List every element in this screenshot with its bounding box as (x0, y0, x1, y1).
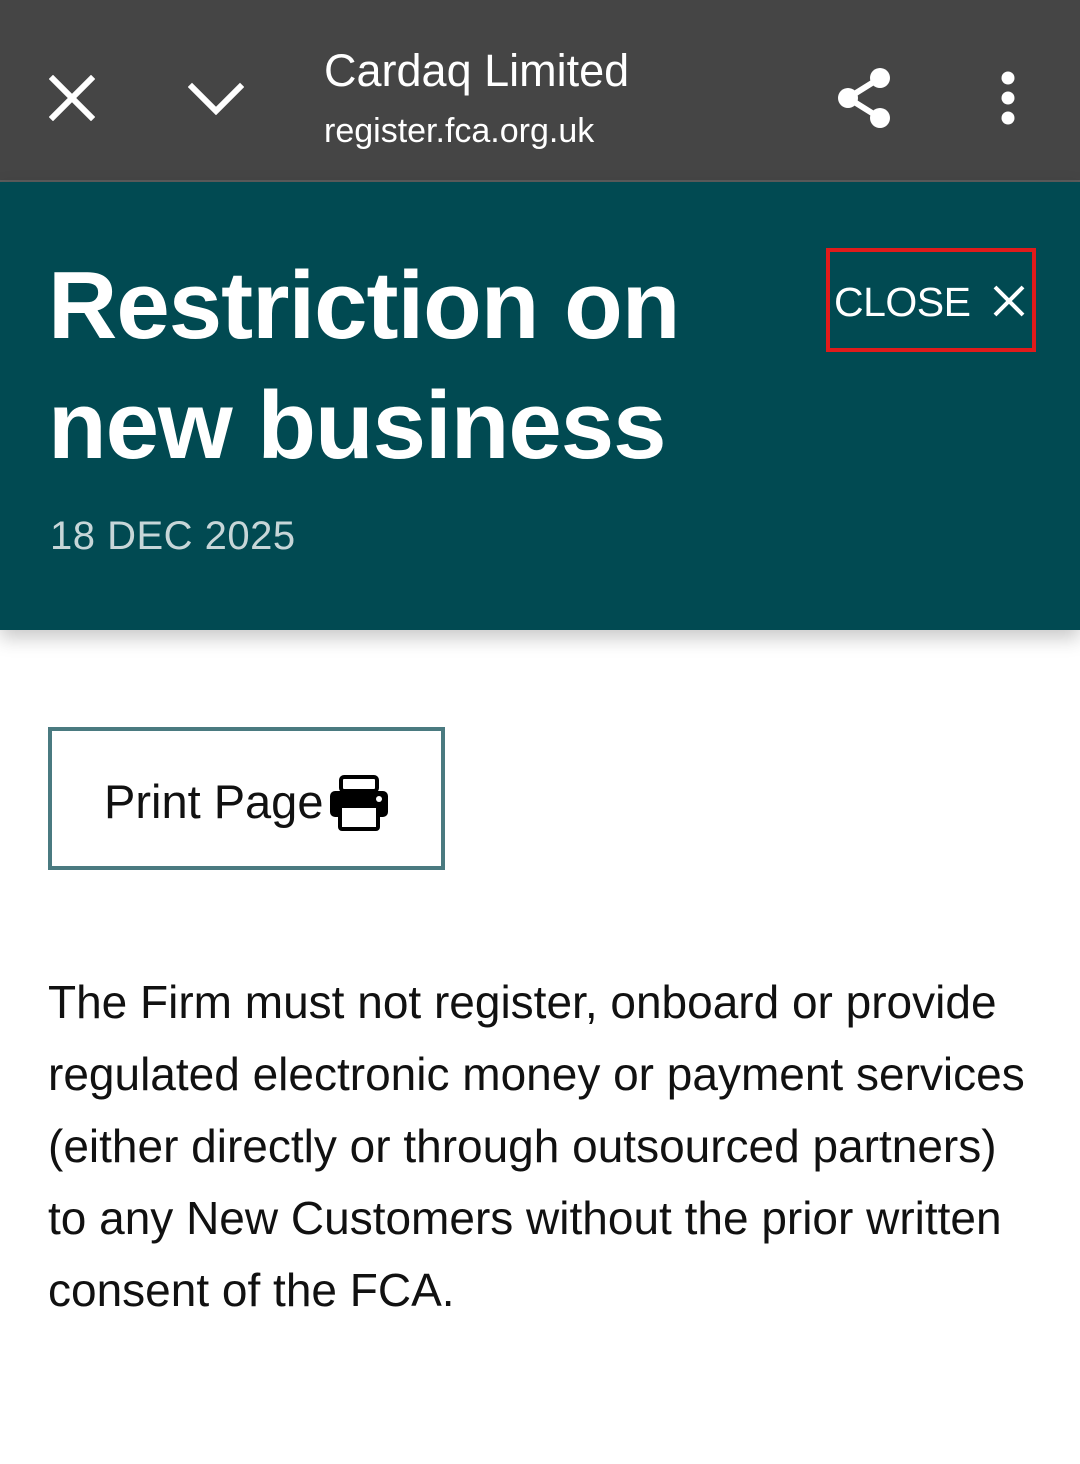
share-icon (838, 68, 890, 128)
page-title: Cardaq Limited (324, 45, 630, 96)
close-icon (49, 75, 95, 121)
print-page-label: Print Page (104, 775, 324, 828)
share-button[interactable] (822, 56, 906, 140)
close-x-icon (993, 285, 1025, 317)
tab-close-button[interactable] (30, 56, 114, 140)
print-page-button[interactable]: Print Page (48, 727, 445, 870)
restriction-date: 18 DEC 2025 (50, 514, 296, 558)
restriction-header-panel: Restriction on new business 18 DEC 2025 … (0, 182, 1080, 630)
chevron-down-icon (188, 82, 244, 115)
close-button[interactable]: CLOSE (826, 248, 1036, 352)
browser-toolbar: Cardaq Limited register.fca.org.uk (0, 0, 1080, 182)
more-vert-icon (1001, 71, 1015, 125)
restriction-description: The Firm must not register, onboard or p… (48, 976, 1025, 1316)
more-options-button[interactable] (966, 56, 1050, 140)
restriction-title: Restriction on new business (48, 252, 680, 479)
minimize-button[interactable] (174, 56, 258, 140)
page-url[interactable]: register.fca.org.uk (324, 110, 594, 152)
printer-icon (330, 775, 388, 831)
close-label: CLOSE (834, 279, 971, 325)
